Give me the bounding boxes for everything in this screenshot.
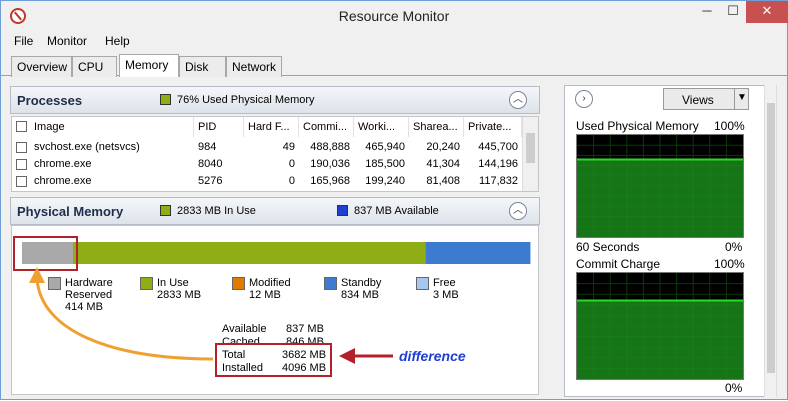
commit-charge-graph xyxy=(576,272,744,380)
views-divider xyxy=(734,89,735,109)
graph1-max: 100% xyxy=(714,119,745,133)
views-label: Views xyxy=(682,93,714,107)
used-physical-memory-graph xyxy=(576,134,744,238)
resource-monitor-window: Resource Monitor ─ ☐ ✕ File Monitor Help… xyxy=(0,0,788,400)
graphs-scrollbar[interactable] xyxy=(764,85,777,397)
red-arrow-head xyxy=(339,348,355,364)
graph-area xyxy=(577,159,743,237)
graph1-min: 0% xyxy=(725,240,743,254)
commit-charge-plot xyxy=(577,273,743,379)
graph1-title: Used Physical Memory xyxy=(576,119,699,133)
graph2-title: Commit Charge xyxy=(576,257,661,271)
graph2-min: 0% xyxy=(725,381,743,395)
orange-arrow-head xyxy=(29,267,45,283)
graph1-time: 60 Seconds xyxy=(576,240,640,254)
chevron-down-icon: ▼ xyxy=(737,92,747,103)
graph2-max: 100% xyxy=(714,257,745,271)
used-physical-memory-plot xyxy=(577,135,743,237)
graph-area xyxy=(577,300,743,379)
scroll-thumb[interactable] xyxy=(767,103,775,373)
orange-arrow-curve xyxy=(35,278,214,361)
views-dropdown[interactable]: Views ▼ xyxy=(663,88,749,110)
difference-label: difference xyxy=(399,348,466,364)
expand-graphs-button[interactable]: › xyxy=(575,90,593,108)
